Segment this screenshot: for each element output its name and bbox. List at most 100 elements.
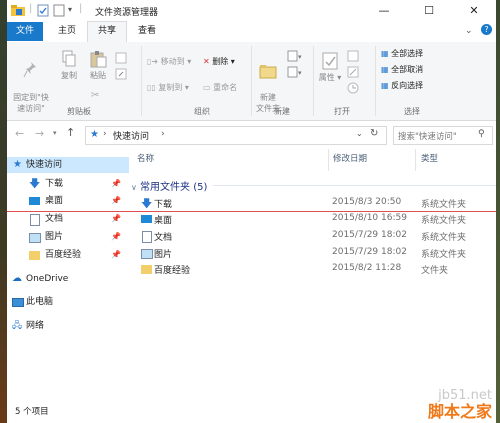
ribbon-separator (251, 46, 252, 116)
cut-icon[interactable]: ✂ (91, 90, 99, 101)
breadcrumb-chevron-icon[interactable]: › (161, 129, 165, 139)
new-item-icon[interactable]: ▾ (287, 50, 305, 65)
properties-button[interactable]: 属性 ▾ (317, 52, 343, 83)
computer-icon (12, 298, 24, 307)
file-name: 图片 (154, 250, 173, 260)
file-type: 系统文件夹 (421, 233, 467, 243)
pin-icon[interactable]: 📌 (111, 176, 121, 192)
file-date: 2015/7/29 18:02 (332, 247, 407, 257)
table-row[interactable]: 桌面 2015/8/10 16:59 系统文件夹 (131, 211, 496, 227)
forward-arrow-icon[interactable]: → (35, 127, 44, 140)
table-row[interactable]: 百度经验 2015/8/2 11:28 文件夹 (131, 261, 496, 277)
select-all-icon: ▦ (381, 49, 389, 58)
file-date: 2015/8/2 11:28 (332, 263, 402, 273)
open-icon[interactable] (347, 50, 359, 65)
nav-item-documents[interactable]: 文档 📌 (7, 211, 129, 227)
breadcrumb-chevron-icon[interactable]: › (103, 129, 107, 139)
tab-share[interactable]: 共享 (87, 21, 127, 43)
nav-this-pc[interactable]: 此电脑 (7, 294, 129, 310)
group-collapse-icon[interactable]: ∨ (131, 183, 137, 192)
file-type: 系统文件夹 (421, 250, 467, 260)
tab-view[interactable]: 查看 (129, 22, 165, 41)
address-bar[interactable]: ★ › 快速访问 › ⌄ ↻ (85, 126, 387, 145)
select-none-label: 全部取消 (391, 65, 424, 74)
help-icon[interactable]: ? (481, 24, 492, 35)
ribbon: 固定到"快 速访问" 复制 粘贴 ✂ 剪贴板 ▯➜ 移动到 ▾ ▯▯ 复制到 ▾… (7, 42, 496, 121)
column-separator[interactable] (328, 149, 329, 171)
paste-button[interactable]: 粘贴 (85, 50, 111, 81)
open-group-label: 打开 (334, 107, 350, 116)
close-button[interactable]: ✕ (452, 0, 496, 22)
back-arrow-icon[interactable]: ← (15, 127, 24, 140)
address-dropdown-icon[interactable]: ⌄ (356, 129, 363, 138)
desktop-background-left (0, 0, 7, 423)
maximize-button[interactable]: ☐ (407, 0, 451, 22)
easy-access-icon[interactable]: ▾ (287, 66, 305, 81)
picture-icon (29, 233, 41, 243)
delete-label: 删除 (212, 57, 229, 66)
column-header-date[interactable]: 修改日期 (333, 152, 367, 164)
file-name: 下载 (154, 200, 173, 210)
copy-path-icon[interactable] (115, 52, 127, 67)
explorer-window: | ▾ | 文件资源管理器 — ☐ ✕ 文件 主页 共享 查看 ⌄ ? 固定到"… (7, 0, 496, 423)
search-icon[interactable]: ⚲ (478, 129, 485, 139)
rename-button[interactable]: ▭ 重命名 (203, 82, 237, 94)
column-header-type[interactable]: 类型 (421, 152, 438, 164)
file-date: 2015/8/3 20:50 (332, 197, 402, 207)
refresh-icon[interactable]: ↻ (370, 128, 378, 139)
invert-selection-icon: ▦ (381, 81, 389, 90)
ribbon-separator (141, 46, 142, 116)
nav-item-desktop[interactable]: 桌面 📌 (7, 193, 129, 209)
quick-access-toolbar-dropdown-icon[interactable]: ▾ (68, 5, 72, 14)
table-row[interactable]: 🡇 下载 2015/8/3 20:50 系统文件夹 (131, 195, 496, 211)
select-all-label: 全部选择 (391, 49, 424, 58)
copy-label: 复制 (61, 71, 77, 80)
table-row[interactable]: 文档 2015/7/29 18:02 系统文件夹 (131, 228, 496, 244)
table-row[interactable]: 图片 2015/7/29 18:02 系统文件夹 (131, 245, 496, 261)
new-folder-button[interactable]: 新建 文件夹 (253, 52, 283, 114)
breadcrumb-quick-access[interactable]: 快速访问 (113, 129, 149, 142)
move-to-button[interactable]: ▯➜ 移动到 ▾ (147, 56, 191, 68)
nav-item-baidu[interactable]: 百度经验 📌 (7, 247, 129, 263)
select-all-button[interactable]: ▦ 全部选择 (381, 48, 423, 60)
properties-label: 属性 (318, 73, 335, 82)
pin-quick-access-button[interactable]: 固定到"快 速访问" (9, 50, 53, 114)
copy-button[interactable]: 复制 (57, 50, 81, 81)
ribbon-collapse-icon[interactable]: ⌄ (465, 26, 473, 36)
nav-item-downloads[interactable]: 🡇 下载 📌 (7, 176, 129, 192)
group-header[interactable]: ∨ 常用文件夹 (5) (131, 178, 207, 193)
properties-quick-icon[interactable] (37, 4, 49, 20)
select-none-button[interactable]: ▦ 全部取消 (381, 64, 423, 76)
new-folder-quick-icon[interactable] (53, 4, 65, 20)
status-bar: 5 个项目 (7, 403, 496, 423)
title-separator: | (29, 3, 33, 14)
nav-onedrive[interactable]: ☁ OneDrive (7, 271, 129, 287)
picture-icon (141, 249, 153, 259)
pin-icon[interactable]: 📌 (111, 229, 121, 245)
up-arrow-icon[interactable]: ↑ (66, 126, 75, 139)
column-header-name[interactable]: 名称 (137, 152, 154, 164)
history-icon[interactable] (347, 82, 359, 97)
pin-icon[interactable]: 📌 (111, 247, 121, 263)
edit-icon[interactable] (347, 66, 359, 81)
paste-shortcut-icon[interactable] (115, 68, 127, 83)
nav-quick-access[interactable]: ★ 快速访问 (7, 157, 129, 173)
nav-network-label: 网络 (26, 321, 45, 331)
invert-selection-button[interactable]: ▦ 反向选择 (381, 80, 423, 92)
tab-home[interactable]: 主页 (49, 22, 85, 41)
search-input[interactable]: 搜索"快速访问" (398, 130, 457, 142)
nav-network[interactable]: 🖧 网络 (7, 318, 129, 334)
minimize-button[interactable]: — (362, 0, 406, 22)
recent-locations-icon[interactable]: ▾ (53, 129, 57, 137)
tab-file[interactable]: 文件 (7, 22, 43, 41)
pin-icon[interactable]: 📌 (111, 193, 121, 209)
copy-to-button[interactable]: ▯▯ 复制到 ▾ (147, 82, 189, 94)
nav-item-pictures[interactable]: 图片 📌 (7, 229, 129, 245)
search-box[interactable]: 搜索"快速访问" ⚲ (393, 126, 493, 145)
copy-icon (62, 50, 76, 67)
column-separator[interactable] (415, 149, 416, 171)
app-icon[interactable] (11, 4, 25, 19)
nav-item-label: 下载 (45, 179, 64, 189)
delete-button[interactable]: ✕ 删除 ▾ (203, 56, 235, 68)
pin-icon[interactable]: 📌 (111, 211, 121, 227)
